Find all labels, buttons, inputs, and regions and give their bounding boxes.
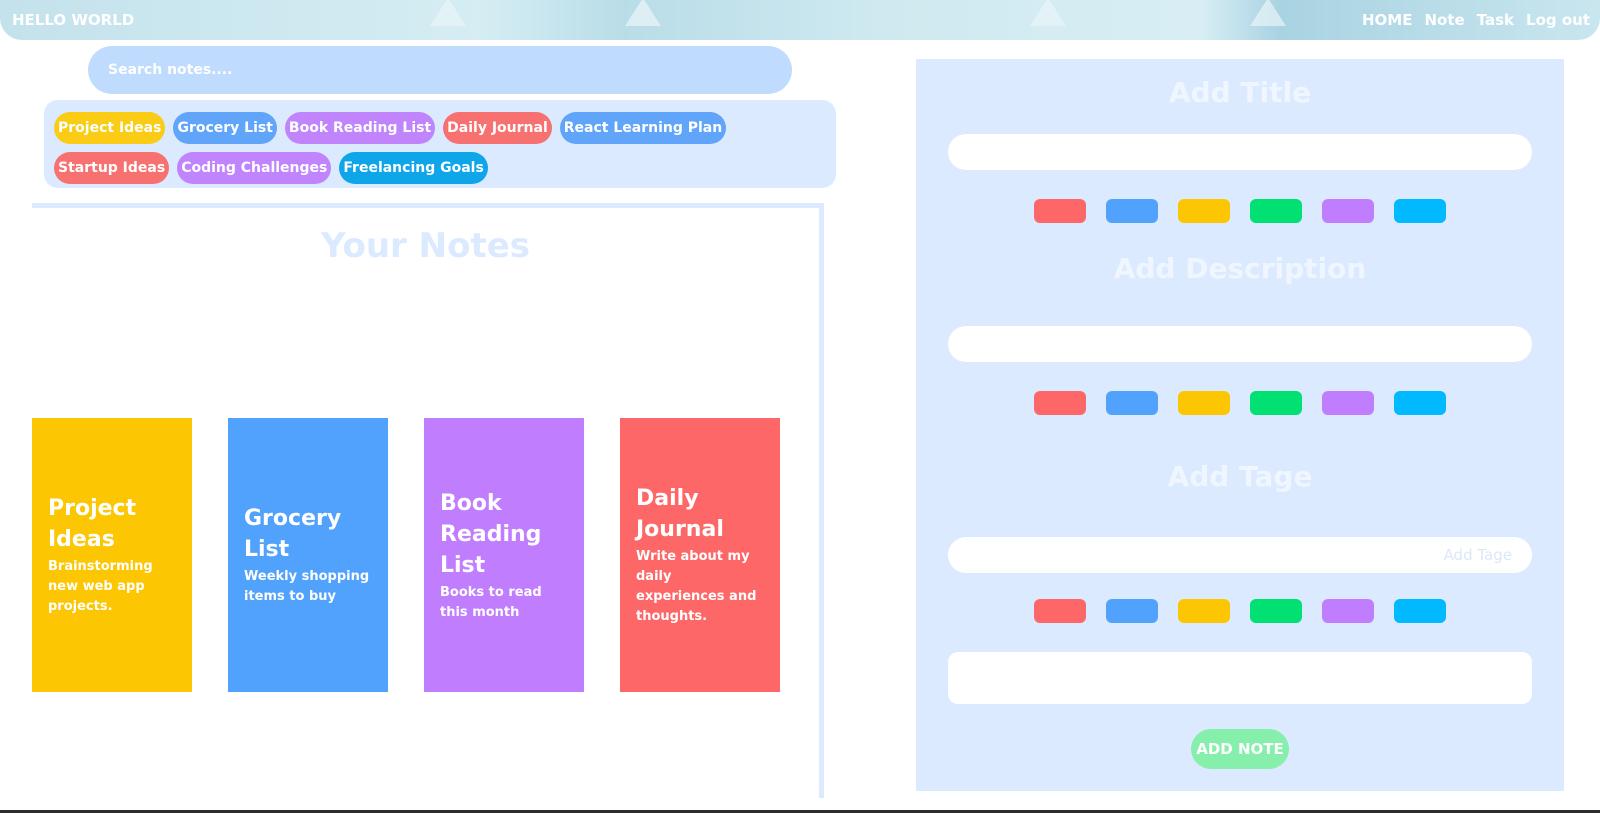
- description-color-picker: [916, 391, 1564, 415]
- search-input[interactable]: [88, 46, 792, 94]
- tag-chip[interactable]: Daily Journal: [443, 112, 552, 144]
- color-swatch[interactable]: [1178, 199, 1230, 223]
- color-swatch[interactable]: [1394, 599, 1446, 623]
- tag-chip[interactable]: Freelancing Goals: [339, 152, 488, 184]
- note-card-description: Books to read this month: [440, 584, 542, 620]
- note-card-title: Project Ideas: [48, 496, 137, 552]
- title-input[interactable]: [948, 134, 1532, 170]
- note-card-title: Daily Journal: [636, 486, 724, 542]
- nav-logout[interactable]: Log out: [1526, 11, 1590, 29]
- mountain-decoration: [625, 0, 661, 26]
- color-swatch[interactable]: [1322, 391, 1374, 415]
- note-body-textarea[interactable]: [948, 652, 1532, 704]
- add-note-button[interactable]: ADD NOTE: [1191, 729, 1289, 769]
- brand-logo[interactable]: HELLO WORLD: [12, 11, 134, 29]
- tag-chip[interactable]: Startup Ideas: [54, 152, 170, 184]
- color-swatch[interactable]: [1322, 199, 1374, 223]
- tag-chip[interactable]: Book Reading List: [284, 112, 436, 144]
- description-heading: Add Description: [1113, 252, 1367, 285]
- title-color-picker: [916, 199, 1564, 223]
- tag-chip[interactable]: Project Ideas: [54, 112, 166, 144]
- color-swatch[interactable]: [1250, 391, 1302, 415]
- color-swatch[interactable]: [1250, 599, 1302, 623]
- color-swatch[interactable]: [1106, 391, 1158, 415]
- color-swatch[interactable]: [1034, 199, 1086, 223]
- note-card[interactable]: Book Reading List Books to read this mont…: [424, 418, 584, 692]
- mountain-decoration: [1030, 0, 1066, 26]
- mountain-decoration: [430, 0, 466, 26]
- color-swatch[interactable]: [1250, 199, 1302, 223]
- tag-heading: Add Tage: [1167, 460, 1313, 493]
- tag-color-picker: [916, 599, 1564, 623]
- color-swatch[interactable]: [1106, 599, 1158, 623]
- note-card-description: Weekly shopping items to buy: [244, 569, 370, 604]
- notes-title: Your Notes: [320, 226, 531, 266]
- mountain-decoration: [1250, 0, 1286, 26]
- color-swatch[interactable]: [1178, 599, 1230, 623]
- note-card-description: Write about my daily experiences and tho…: [636, 549, 757, 624]
- description-input[interactable]: [948, 326, 1532, 362]
- add-note-form: Add Title Add Description Add Tage ADD N…: [916, 59, 1564, 791]
- color-swatch[interactable]: [1034, 391, 1086, 415]
- color-swatch[interactable]: [1394, 391, 1446, 415]
- note-card-description: Brainstorming new web app projects.: [48, 559, 153, 614]
- note-card-title: Grocery List: [244, 506, 342, 562]
- color-swatch[interactable]: [1394, 199, 1446, 223]
- color-swatch[interactable]: [1178, 391, 1230, 415]
- note-card[interactable]: Project Ideas Brainstorming new web app p…: [32, 418, 192, 692]
- top-navbar: HELLO WORLD HOME Note Task Log out: [0, 0, 1600, 40]
- note-card[interactable]: Grocery List Weekly shopping items to buy: [228, 418, 388, 692]
- note-card[interactable]: Daily Journal Write about my daily experi…: [620, 418, 780, 692]
- color-swatch[interactable]: [1034, 599, 1086, 623]
- title-heading: Add Title: [1168, 76, 1312, 109]
- tag-chip[interactable]: React Learning Plan: [559, 112, 727, 144]
- tag-filter-panel: Project Ideas Grocery List Book Reading Li…: [44, 100, 836, 188]
- color-swatch[interactable]: [1322, 599, 1374, 623]
- tag-chip[interactable]: Coding Challenges: [177, 152, 332, 184]
- nav-task[interactable]: Task: [1477, 11, 1514, 29]
- tag-chip[interactable]: Grocery List: [173, 112, 277, 144]
- nav-note[interactable]: Note: [1424, 11, 1464, 29]
- nav-home[interactable]: HOME: [1362, 11, 1412, 29]
- tag-input[interactable]: [948, 537, 1532, 573]
- color-swatch[interactable]: [1106, 199, 1158, 223]
- nav-links: HOME Note Task Log out: [1362, 11, 1590, 29]
- note-card-title: Book Reading List: [440, 490, 542, 578]
- notes-container: Your Notes Project Ideas Brainstorming ne…: [32, 203, 824, 798]
